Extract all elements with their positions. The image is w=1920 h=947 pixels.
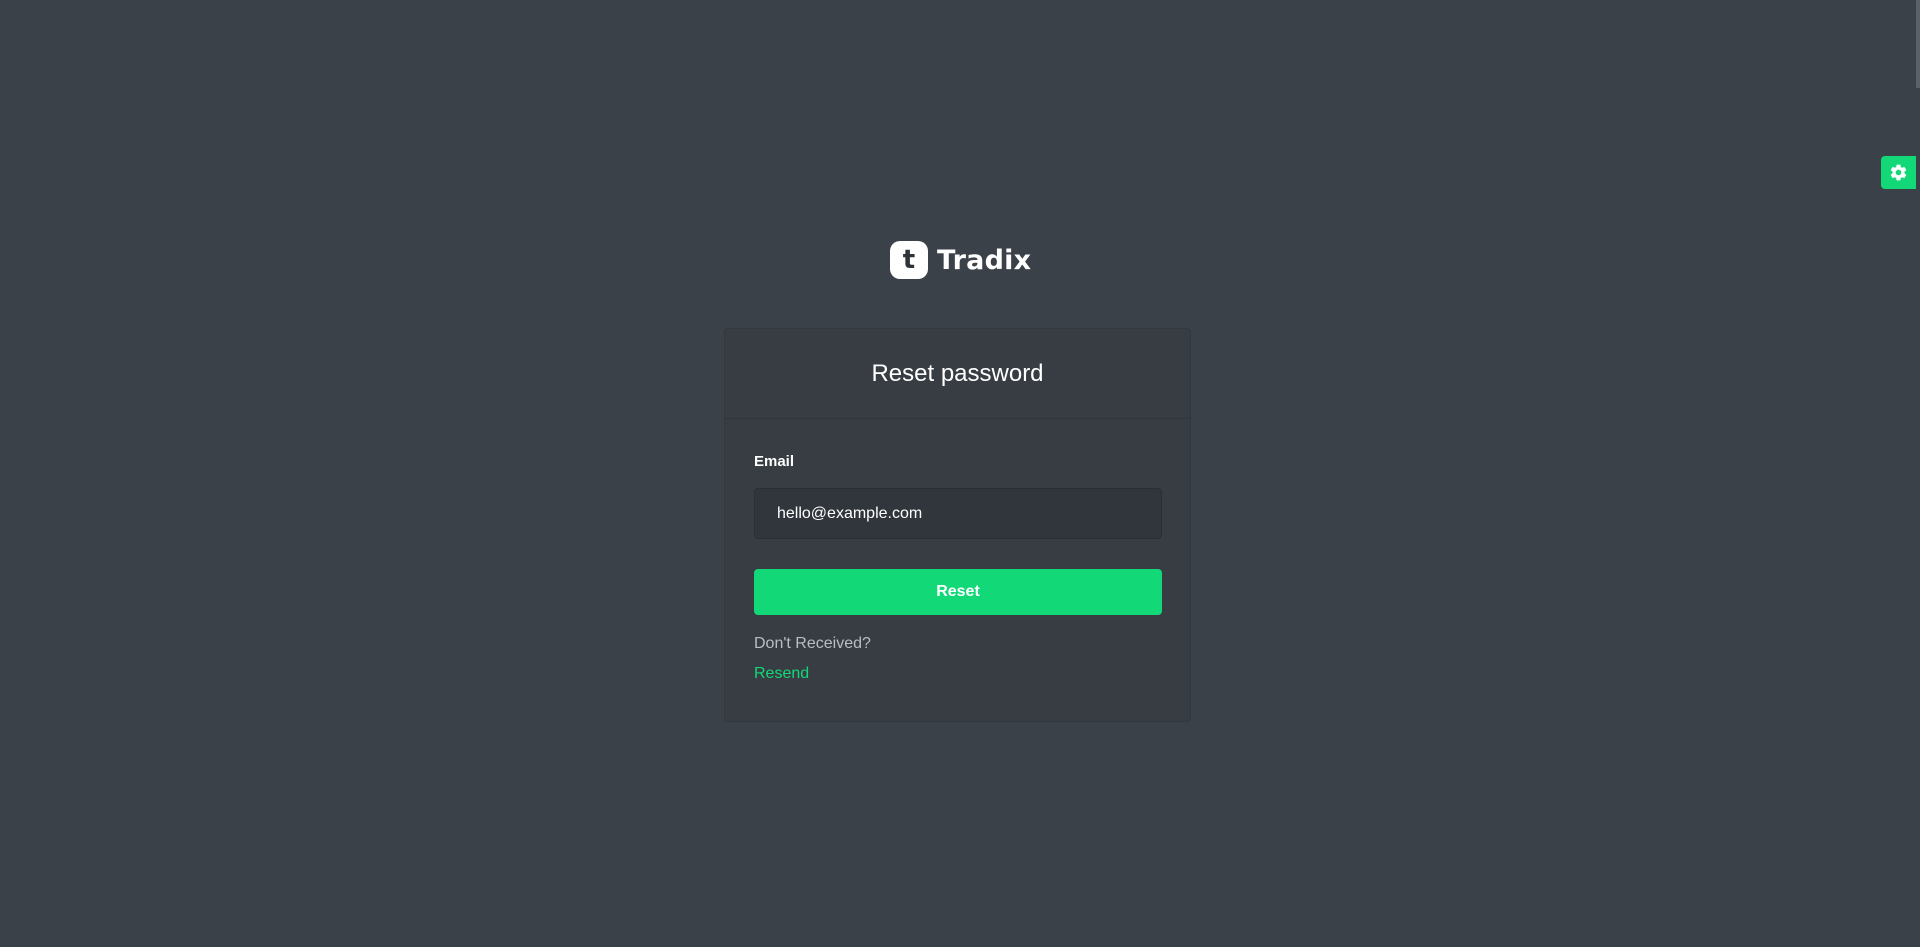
- reset-password-card: Reset password Email Reset Don't Receive…: [724, 328, 1191, 722]
- settings-toggle[interactable]: [1881, 156, 1916, 189]
- reset-password-page: t Tradix Reset password Email Reset Don'…: [0, 0, 1920, 947]
- brand-logo: t: [890, 241, 928, 279]
- resend-link[interactable]: Resend: [754, 665, 809, 683]
- gear-icon: [1890, 164, 1907, 181]
- page-scrollbar[interactable]: [1916, 0, 1920, 947]
- scrollbar-thumb[interactable]: [1916, 0, 1920, 88]
- brand[interactable]: t Tradix: [890, 240, 1031, 280]
- card-header: Reset password: [725, 329, 1190, 419]
- resend-prompt: Don't Received?: [754, 635, 871, 652]
- email-field[interactable]: [754, 488, 1162, 539]
- page-title: Reset password: [871, 359, 1044, 387]
- reset-button[interactable]: Reset: [754, 569, 1162, 615]
- card-body: Email Reset Don't Received? Resend: [725, 453, 1190, 683]
- brand-name: Tradix: [937, 244, 1032, 276]
- email-label: Email: [754, 453, 795, 470]
